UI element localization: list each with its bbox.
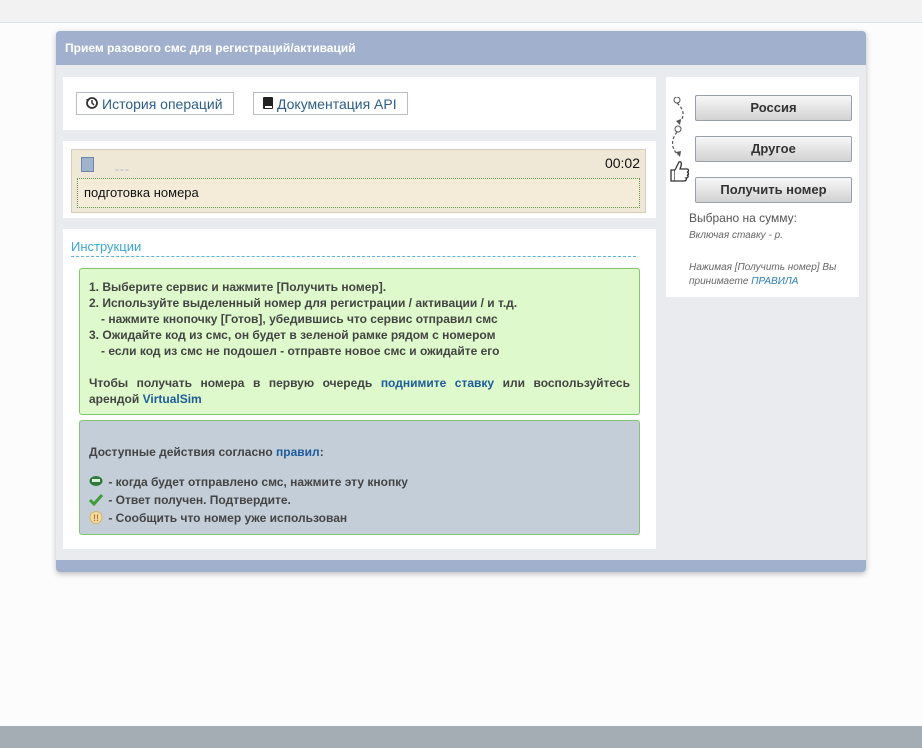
instructions-section: Инструкции 1. Выберите сервис и нажмите … (63, 229, 656, 549)
sms-sent-icon (89, 476, 103, 486)
svg-text:!!: !! (93, 513, 99, 523)
actions-box: Доступные действия согласно правил: - ко… (79, 420, 640, 535)
history-icon (85, 94, 99, 117)
virtualsim-link[interactable]: VirtualSim (143, 392, 202, 406)
actions-title: Доступные действия согласно правил: (89, 443, 630, 461)
browser-top-strip (0, 0, 922, 23)
get-number-button[interactable]: Получить номер (695, 177, 852, 203)
api-docs-button[interactable]: Документация API (253, 92, 408, 115)
rules-link-upper[interactable]: ПРАВИЛА (751, 276, 798, 287)
sms-status-text: подготовка номера (77, 178, 640, 208)
sms-timer: 00:02 (604, 155, 640, 171)
actions-title-text: Доступные действия согласно (89, 445, 277, 459)
panel-title: Прием разового смс для регистраций/актив… (56, 31, 866, 65)
sim-card-icon (81, 157, 94, 172)
priority-text: Чтобы получать номера в первую очередь (89, 376, 381, 390)
step-text: Ожидайте код из смс, он будет в зеленой … (102, 328, 496, 342)
raise-bid-link[interactable]: поднимите ставку (381, 376, 494, 390)
rate-label: Включая ставку - р. (689, 230, 783, 241)
page-footer (0, 726, 922, 748)
action-text: - когда будет отправлено смс, нажмите эт… (105, 475, 408, 489)
api-docs-label: Документация API (277, 96, 397, 112)
instruction-substep: - нажмите кнопочку [Готов], убедившись ч… (101, 312, 498, 326)
thumbs-up-icon (669, 159, 691, 188)
sms-number-box: --- 00:02 подготовка номера (71, 149, 646, 213)
instructions-box: 1. Выберите сервис и нажмите [Получить н… (79, 268, 640, 415)
action-item: - когда будет отправлено смс, нажмите эт… (89, 473, 630, 491)
agreement-note: Нажимая [Получить номер] Вы принимаете П… (689, 261, 854, 289)
country-button[interactable]: Россия (695, 95, 852, 121)
panel-footer-bar (56, 560, 866, 572)
service-button[interactable]: Другое (695, 136, 852, 162)
rules-link[interactable]: правил (276, 445, 320, 459)
step-number: 1. (89, 280, 100, 294)
instruction-substep: - если код из смс не подошел - отправте … (101, 344, 500, 358)
phone-number: --- (115, 162, 130, 176)
toolbar: История операций Документация API (63, 77, 656, 130)
step-text: Выберите сервис и нажмите [Получить номе… (102, 280, 387, 294)
checkmark-icon (89, 494, 103, 506)
instructions-title[interactable]: Инструкции (71, 239, 636, 257)
actions-title-colon: : (319, 445, 324, 459)
step-text: Используйте выделенный номер для регистр… (102, 296, 518, 310)
instruction-step: 2. Используйте выделенный номер для реги… (89, 295, 630, 311)
used-number-icon: !! (89, 511, 103, 524)
priority-note: Чтобы получать номера в первую очередь п… (89, 375, 630, 407)
order-panel: Россия Другое Получить номер Выбрано на … (666, 77, 859, 297)
selected-sum-label: Выбрано на сумму: (689, 211, 797, 225)
action-text: - Сообщить что номер уже использован (105, 511, 348, 525)
action-text: - Ответ получен. Подтвердите. (105, 493, 291, 507)
book-icon (262, 94, 274, 117)
action-item: - Ответ получен. Подтвердите. (89, 491, 630, 509)
instruction-step: 3. Ожидайте код из смс, он будет в зелен… (89, 327, 630, 343)
step-number: 2. (89, 296, 100, 310)
history-label: История операций (102, 96, 223, 112)
step-number: 3. (89, 328, 100, 342)
history-button[interactable]: История операций (76, 92, 234, 115)
instruction-step: 1. Выберите сервис и нажмите [Получить н… (89, 279, 630, 295)
sms-section: --- 00:02 подготовка номера (63, 141, 656, 218)
sms-receive-panel: Прием разового смс для регистраций/актив… (56, 31, 866, 572)
action-item: !! - Сообщить что номер уже использован (89, 509, 630, 527)
